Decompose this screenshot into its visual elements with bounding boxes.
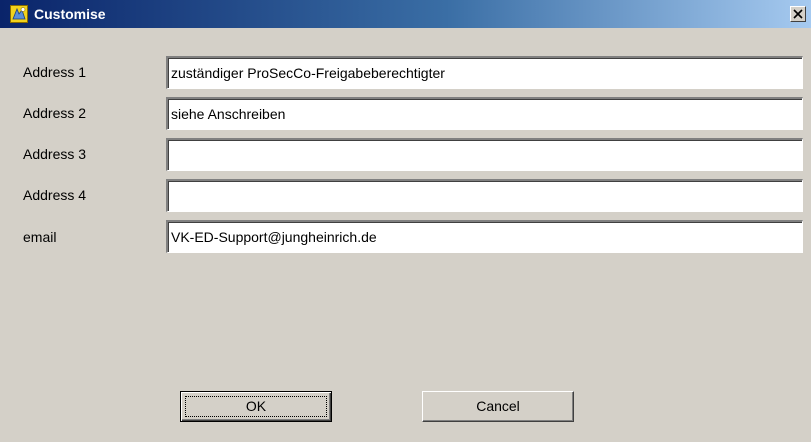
- address-4-field[interactable]: [166, 179, 803, 212]
- title-bar[interactable]: Customise: [0, 0, 811, 28]
- ok-button-label: OK: [245, 398, 267, 414]
- address-2-label: Address 2: [23, 105, 87, 121]
- address-1-field[interactable]: [166, 56, 803, 89]
- customise-dialog: Customise Address 1 Address 2 Address 3 …: [0, 0, 811, 442]
- close-button[interactable]: [790, 6, 806, 22]
- cancel-button[interactable]: Cancel: [422, 391, 574, 422]
- address-1-label: Address 1: [23, 64, 87, 80]
- address-3-label: Address 3: [23, 146, 87, 162]
- email-field[interactable]: [166, 220, 803, 253]
- address-4-label: Address 4: [23, 187, 87, 203]
- customise-app-icon: [10, 5, 28, 23]
- window-title: Customise: [34, 6, 106, 22]
- cancel-button-label: Cancel: [476, 398, 520, 414]
- address-2-field[interactable]: [166, 97, 803, 130]
- ok-button[interactable]: OK: [180, 391, 332, 422]
- address-3-field[interactable]: [166, 138, 803, 171]
- email-label: email: [23, 229, 57, 245]
